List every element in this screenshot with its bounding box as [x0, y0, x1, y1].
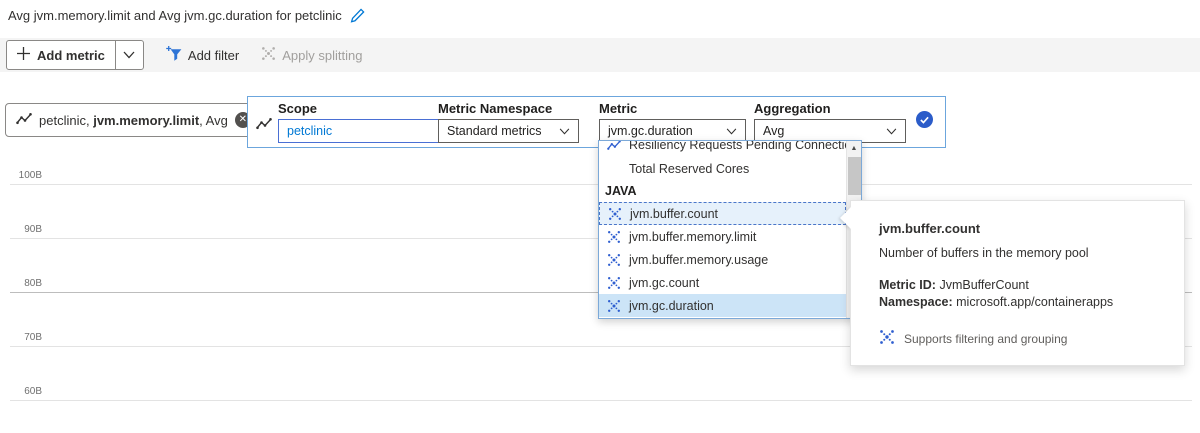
- chevron-down-icon: [726, 124, 737, 138]
- add-metric-label: Add metric: [37, 48, 105, 63]
- dimension-icon: [607, 299, 621, 313]
- namespace-select[interactable]: Standard metrics: [438, 119, 579, 143]
- dimension-icon: [608, 207, 622, 221]
- scrollbar-thumb[interactable]: [848, 157, 861, 195]
- y-axis-tick-label: 70B: [6, 332, 42, 343]
- dropdown-item-label: jvm.buffer.count: [630, 207, 718, 221]
- tooltip-capability-label: Supports filtering and grouping: [904, 332, 1067, 346]
- apply-splitting-icon: [261, 46, 276, 64]
- tooltip-namespace: Namespace: microsoft.app/containerapps: [879, 295, 1164, 309]
- metrics-explorer: 100B 90B 80B 70B 60B Avg jvm.memory.limit an…: [0, 0, 1200, 433]
- dropdown-item-jvm-gc-duration[interactable]: jvm.gc.duration: [599, 294, 846, 317]
- y-axis-tick-label: 60B: [6, 386, 42, 397]
- tooltip-description: Number of buffers in the memory pool: [879, 246, 1164, 260]
- dropdown-item-label: jvm.buffer.memory.limit: [629, 230, 756, 244]
- chart-title: Avg jvm.memory.limit and Avg jvm.gc.dura…: [8, 8, 342, 23]
- tooltip-arrow: [840, 207, 851, 229]
- line-chart-icon: [607, 141, 621, 151]
- metric-pill[interactable]: petclinic, jvm.memory.limit, Avg ✕: [5, 103, 262, 137]
- y-axis-tick-label: 90B: [6, 224, 42, 235]
- dropdown-item-clipped[interactable]: Resiliency Requests Pending Connectio...: [599, 141, 846, 157]
- chevron-down-icon: [559, 124, 570, 138]
- gridline: [10, 400, 1192, 401]
- y-axis-tick-label: 80B: [6, 278, 42, 289]
- dropdown-item-label: Total Reserved Cores: [629, 162, 749, 176]
- dimension-icon: [607, 230, 621, 244]
- tooltip-metric-id: Metric ID: JvmBufferCount: [879, 278, 1164, 292]
- tooltip-title: jvm.buffer.count: [879, 221, 1164, 236]
- metric-info-tooltip: jvm.buffer.count Number of buffers in th…: [850, 200, 1185, 366]
- aggregation-field: Aggregation Avg: [754, 101, 906, 143]
- y-axis-tick-label: 100B: [6, 170, 42, 181]
- dropdown-item-jvm-buffer-memory-usage[interactable]: jvm.buffer.memory.usage: [599, 248, 846, 271]
- metric-label: Metric: [599, 101, 746, 116]
- add-filter-label: Add filter: [188, 48, 239, 63]
- dimension-icon: [607, 276, 621, 290]
- dropdown-item-jvm-buffer-memory-limit[interactable]: jvm.buffer.memory.limit: [599, 225, 846, 248]
- scrollbar-up-button[interactable]: ▲: [847, 141, 861, 156]
- edit-title-icon[interactable]: [350, 8, 365, 23]
- dropdown-item-label: jvm.gc.count: [629, 276, 699, 290]
- metric-dropdown-list: Resiliency Requests Pending Connectio...…: [598, 140, 862, 319]
- metric-pill-text: petclinic, jvm.memory.limit, Avg: [39, 113, 228, 128]
- line-chart-icon: [16, 112, 32, 128]
- plus-icon: [17, 47, 30, 63]
- add-metric-menu-button[interactable]: [115, 41, 143, 69]
- chevron-down-icon: [123, 46, 135, 64]
- dropdown-item-label: jvm.buffer.memory.usage: [629, 253, 768, 267]
- commit-check-icon[interactable]: [916, 111, 933, 128]
- tooltip-capability: Supports filtering and grouping: [879, 329, 1164, 348]
- dropdown-group-header-java: JAVA: [599, 180, 846, 202]
- metric-field: Metric jvm.gc.duration: [599, 101, 746, 143]
- chart-title-row: Avg jvm.memory.limit and Avg jvm.gc.dura…: [8, 8, 365, 23]
- dimension-icon: [879, 329, 895, 348]
- dropdown-item-total-reserved-cores[interactable]: Total Reserved Cores: [599, 157, 846, 180]
- dropdown-item-label: jvm.gc.duration: [629, 299, 714, 313]
- namespace-field: Metric Namespace Standard metrics: [438, 101, 579, 143]
- add-filter-icon: [166, 46, 182, 65]
- add-metric-button-group: Add metric: [6, 40, 144, 70]
- aggregation-label: Aggregation: [754, 101, 906, 116]
- dropdown-item-jvm-buffer-count[interactable]: jvm.buffer.count: [599, 202, 846, 225]
- add-metric-button[interactable]: Add metric: [7, 41, 115, 69]
- dropdown-item-jvm-gc-count[interactable]: jvm.gc.count: [599, 271, 846, 294]
- namespace-label: Metric Namespace: [438, 101, 579, 116]
- metrics-toolbar: Add metric Add filter Apply splitting: [0, 38, 1200, 72]
- apply-splitting-button[interactable]: Apply splitting: [261, 46, 362, 64]
- apply-splitting-label: Apply splitting: [282, 48, 362, 63]
- chevron-down-icon: [886, 124, 897, 138]
- dropdown-item-resiliency-requests-pending-connectio[interactable]: Resiliency Requests Pending Connectio...: [599, 141, 846, 156]
- add-filter-button[interactable]: Add filter: [166, 46, 239, 65]
- dimension-icon: [607, 253, 621, 267]
- metric-dropdown-rows: Resiliency Requests Pending Connectio...…: [599, 141, 846, 317]
- line-chart-icon: [256, 117, 272, 135]
- dropdown-item-label: Resiliency Requests Pending Connectio...: [629, 141, 846, 152]
